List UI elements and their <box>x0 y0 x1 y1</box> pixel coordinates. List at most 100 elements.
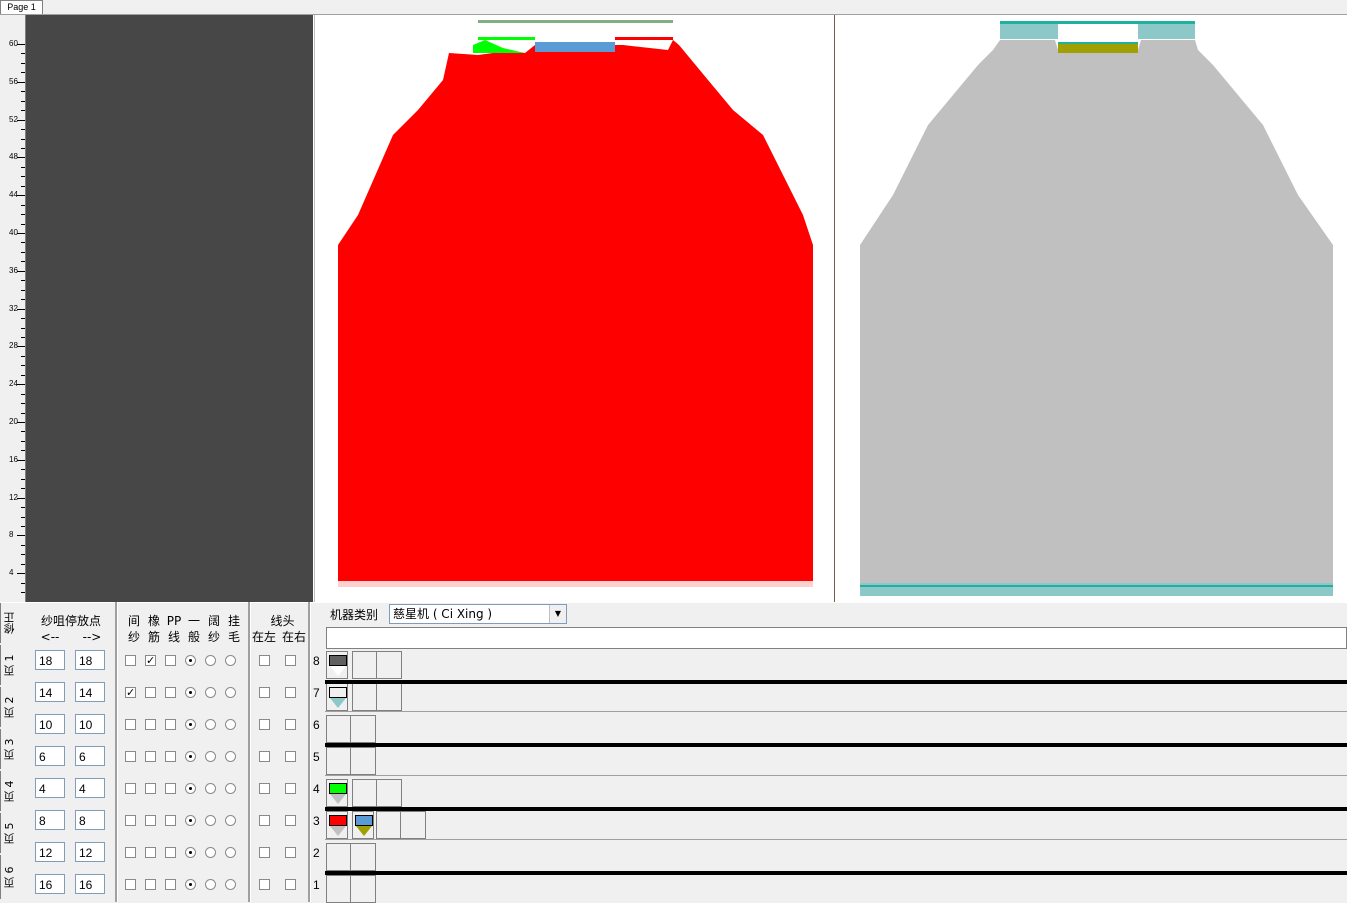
normal-radio[interactable] <box>185 815 196 826</box>
normal-radio[interactable] <box>185 879 196 890</box>
hang-radio[interactable] <box>225 847 236 858</box>
wide-radio[interactable] <box>205 847 216 858</box>
feeder-cell[interactable] <box>352 683 378 711</box>
park-left-input[interactable]: 10 <box>35 714 65 734</box>
chevron-down-icon[interactable]: ▼ <box>549 605 566 623</box>
wide-radio[interactable] <box>205 655 216 666</box>
wide-radio[interactable] <box>205 719 216 730</box>
pp-checkbox[interactable] <box>165 655 176 666</box>
feeder-cell[interactable] <box>350 747 376 775</box>
feeder-cell[interactable] <box>352 811 374 839</box>
thread-right-checkbox[interactable] <box>285 687 296 698</box>
hang-radio[interactable] <box>225 687 236 698</box>
pattern-canvas[interactable] <box>313 15 1347 602</box>
hang-radio[interactable] <box>225 655 236 666</box>
feeder-cell[interactable] <box>326 683 348 711</box>
park-left-input[interactable]: 16 <box>35 874 65 894</box>
feeder-cell[interactable] <box>326 715 352 743</box>
normal-radio[interactable] <box>185 655 196 666</box>
tab-page-3-v[interactable]: 页 3 <box>0 729 19 769</box>
park-left-input[interactable]: 6 <box>35 746 65 766</box>
feeder-cell[interactable] <box>400 811 426 839</box>
park-right-input[interactable]: 4 <box>75 778 105 798</box>
tab-modify[interactable]: 修正 <box>0 603 19 643</box>
wide-radio[interactable] <box>205 879 216 890</box>
feeder-cell[interactable] <box>352 779 378 807</box>
park-left-input[interactable]: 14 <box>35 682 65 702</box>
wide-radio[interactable] <box>205 751 216 762</box>
xiang-checkbox[interactable] <box>145 847 156 858</box>
jian-checkbox[interactable]: ✓ <box>125 687 136 698</box>
feeder-cell[interactable] <box>326 651 348 679</box>
thread-right-checkbox[interactable] <box>285 815 296 826</box>
normal-radio[interactable] <box>185 783 196 794</box>
pp-checkbox[interactable] <box>165 847 176 858</box>
feeder-cell[interactable] <box>326 875 352 903</box>
jian-checkbox[interactable] <box>125 815 136 826</box>
jian-checkbox[interactable] <box>125 783 136 794</box>
park-left-input[interactable]: 4 <box>35 778 65 798</box>
park-right-input[interactable]: 6 <box>75 746 105 766</box>
hang-radio[interactable] <box>225 815 236 826</box>
tab-page-5-v[interactable]: 页 5 <box>0 813 19 853</box>
jian-checkbox[interactable] <box>125 751 136 762</box>
park-left-input[interactable]: 18 <box>35 650 65 670</box>
thread-left-checkbox[interactable] <box>259 815 270 826</box>
park-right-input[interactable]: 12 <box>75 842 105 862</box>
normal-radio[interactable] <box>185 751 196 762</box>
park-right-input[interactable]: 8 <box>75 810 105 830</box>
pp-checkbox[interactable] <box>165 815 176 826</box>
xiang-checkbox[interactable] <box>145 687 156 698</box>
park-right-input[interactable]: 14 <box>75 682 105 702</box>
feeder-cell[interactable] <box>326 811 348 839</box>
normal-radio[interactable] <box>185 687 196 698</box>
thread-left-checkbox[interactable] <box>259 847 270 858</box>
jian-checkbox[interactable] <box>125 847 136 858</box>
park-left-input[interactable]: 12 <box>35 842 65 862</box>
thread-right-checkbox[interactable] <box>285 719 296 730</box>
xiang-checkbox[interactable] <box>145 815 156 826</box>
xiang-checkbox[interactable] <box>145 783 156 794</box>
feeder-cell[interactable] <box>326 779 348 807</box>
tab-page-1-v[interactable]: 页 1 <box>0 645 19 685</box>
hang-radio[interactable] <box>225 719 236 730</box>
pp-checkbox[interactable] <box>165 687 176 698</box>
thread-right-checkbox[interactable] <box>285 783 296 794</box>
feeder-cell[interactable] <box>376 811 402 839</box>
feeder-cell[interactable] <box>376 683 402 711</box>
machine-type-select[interactable]: 慈星机 ( Ci Xing ) ▼ <box>389 604 567 624</box>
xiang-checkbox[interactable]: ✓ <box>145 655 156 666</box>
wide-radio[interactable] <box>205 815 216 826</box>
hang-radio[interactable] <box>225 783 236 794</box>
pp-checkbox[interactable] <box>165 719 176 730</box>
thread-left-checkbox[interactable] <box>259 879 270 890</box>
normal-radio[interactable] <box>185 719 196 730</box>
thread-right-checkbox[interactable] <box>285 879 296 890</box>
feeder-cell[interactable] <box>326 747 352 775</box>
jian-checkbox[interactable] <box>125 655 136 666</box>
xiang-checkbox[interactable] <box>145 719 156 730</box>
park-left-input[interactable]: 8 <box>35 810 65 830</box>
tab-page-1[interactable]: Page 1 <box>0 0 43 14</box>
jian-checkbox[interactable] <box>125 879 136 890</box>
pp-checkbox[interactable] <box>165 879 176 890</box>
park-right-input[interactable]: 16 <box>75 874 105 894</box>
feeder-cell[interactable] <box>376 651 402 679</box>
park-right-input[interactable]: 18 <box>75 650 105 670</box>
park-right-input[interactable]: 10 <box>75 714 105 734</box>
thread-left-checkbox[interactable] <box>259 655 270 666</box>
thread-left-checkbox[interactable] <box>259 783 270 794</box>
tab-page-4-v[interactable]: 页 4 <box>0 771 19 811</box>
hang-radio[interactable] <box>225 751 236 762</box>
feeder-cell[interactable] <box>352 651 378 679</box>
feeder-cell[interactable] <box>326 843 352 871</box>
feeder-cell[interactable] <box>350 715 376 743</box>
thread-right-checkbox[interactable] <box>285 655 296 666</box>
hang-radio[interactable] <box>225 879 236 890</box>
thread-left-checkbox[interactable] <box>259 687 270 698</box>
thread-left-checkbox[interactable] <box>259 751 270 762</box>
thread-right-checkbox[interactable] <box>285 751 296 762</box>
thread-left-checkbox[interactable] <box>259 719 270 730</box>
wide-radio[interactable] <box>205 687 216 698</box>
tab-page-2-v[interactable]: 页 2 <box>0 687 19 727</box>
